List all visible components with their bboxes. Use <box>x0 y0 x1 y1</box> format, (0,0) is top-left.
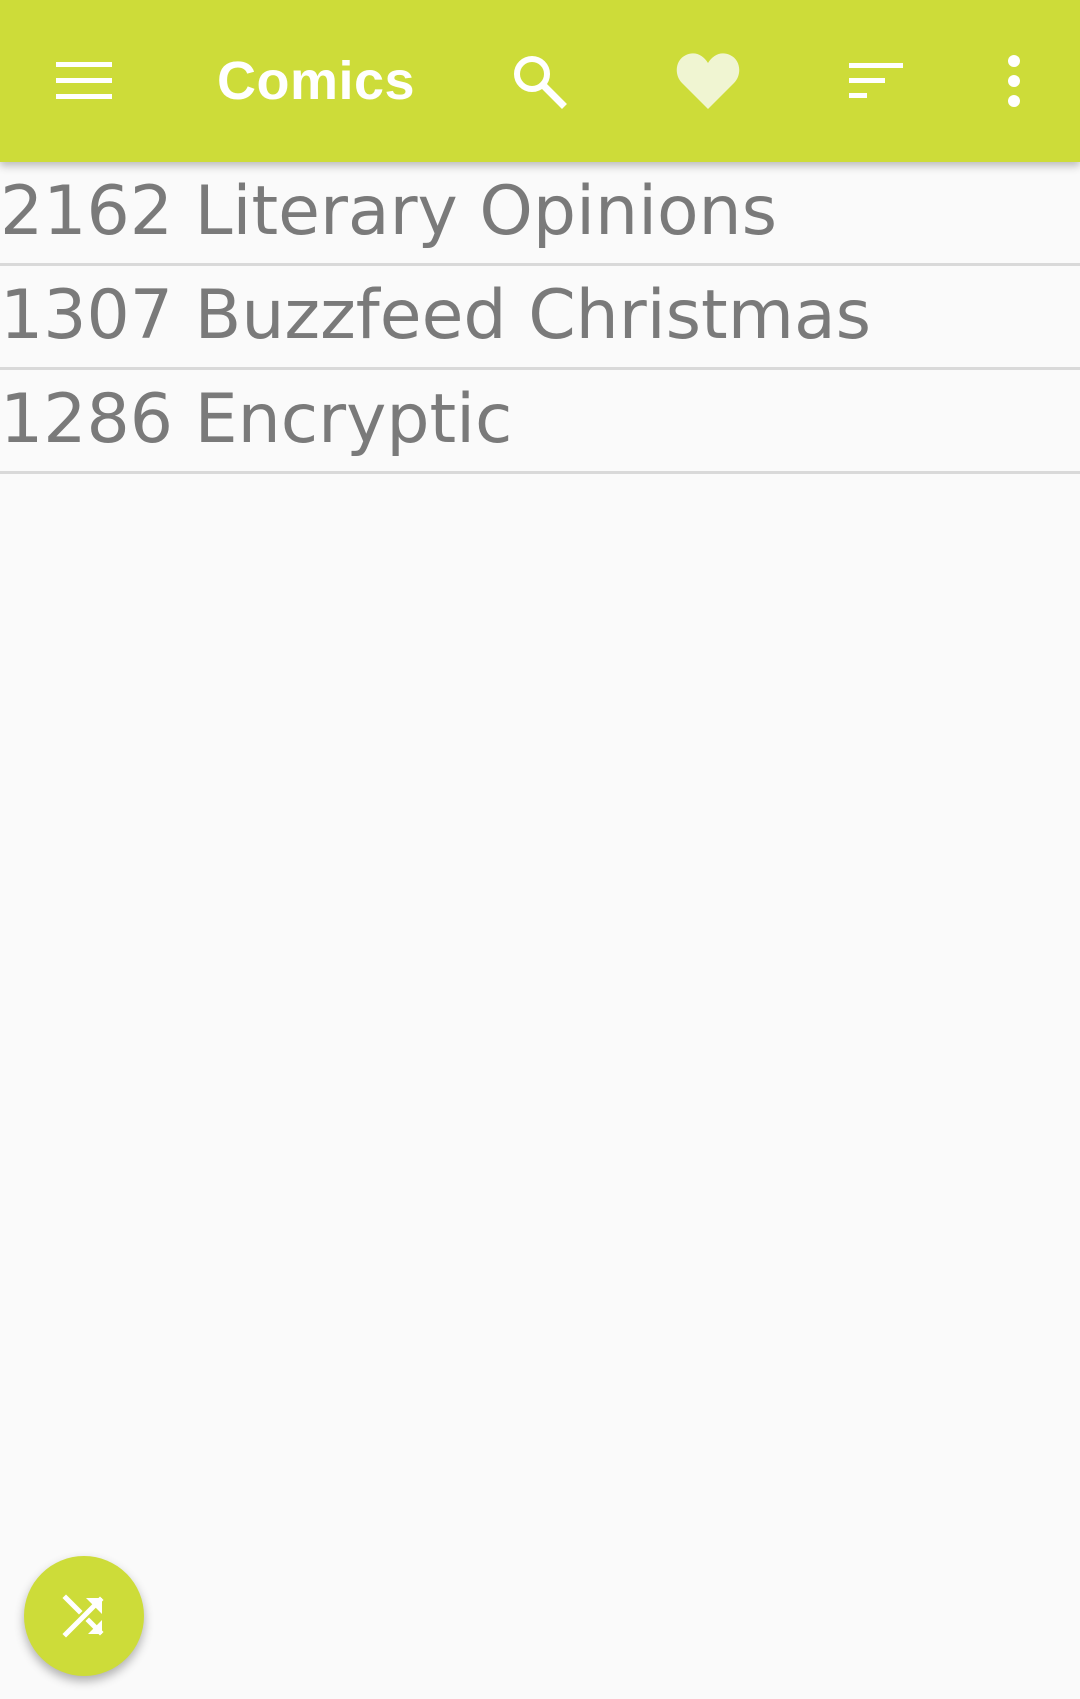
sort-button[interactable] <box>826 31 926 131</box>
list-item[interactable]: 1286 Encryptic <box>0 370 1080 474</box>
sort-icon <box>849 63 903 98</box>
more-vert-icon <box>1008 55 1020 107</box>
shuffle-icon <box>62 1594 104 1638</box>
more-options-button[interactable] <box>964 31 1064 131</box>
search-icon <box>514 56 567 109</box>
list-item[interactable]: 2162 Literary Opinions <box>0 162 1080 266</box>
favorites-button[interactable] <box>658 31 758 131</box>
menu-button[interactable] <box>34 31 134 131</box>
menu-icon <box>56 62 112 99</box>
page-title: Comics <box>217 51 416 111</box>
search-button[interactable] <box>489 31 589 131</box>
list-item[interactable]: 1307 Buzzfeed Christmas <box>0 266 1080 370</box>
app-screen: Comics 2162 Literary Opinions 1307 Buzzf… <box>0 0 1080 1699</box>
heart-icon <box>676 53 740 109</box>
comics-list: 2162 Literary Opinions 1307 Buzzfeed Chr… <box>0 162 1080 474</box>
app-toolbar: Comics <box>0 0 1080 162</box>
random-comic-button[interactable] <box>24 1556 144 1676</box>
